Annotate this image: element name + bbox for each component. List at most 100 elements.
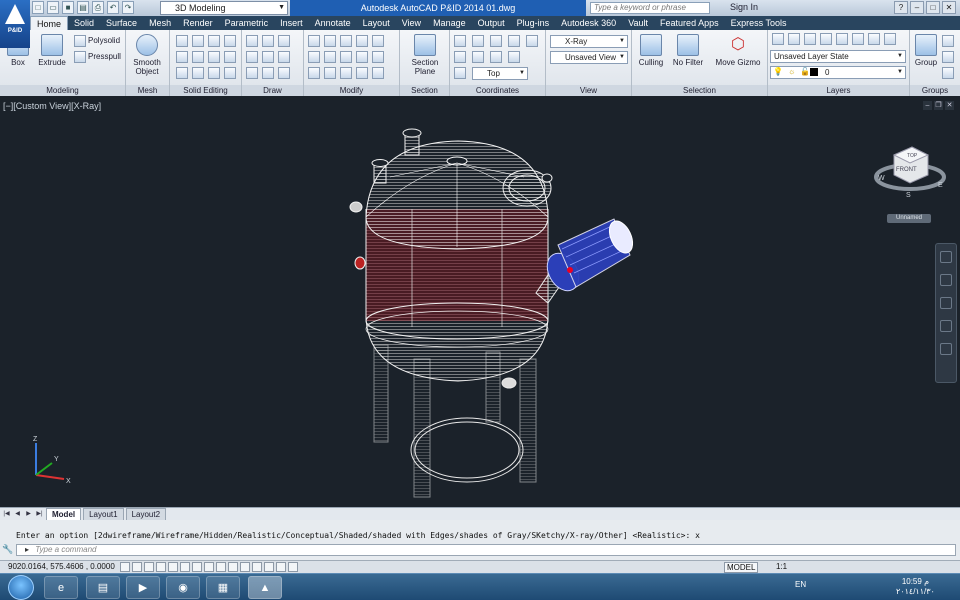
array-icon[interactable]	[372, 51, 384, 63]
layout-tab-layout1[interactable]: Layout1	[83, 508, 124, 520]
lineweight-icon[interactable]	[240, 562, 250, 572]
grid-display-icon[interactable]	[144, 562, 154, 572]
tab-output[interactable]: Output	[472, 16, 511, 30]
panel-title-layers[interactable]: Layers	[768, 85, 909, 96]
layer-state-dropdown[interactable]: Unsaved Layer State ▼	[770, 50, 906, 63]
pan-icon[interactable]	[940, 274, 952, 286]
polysolid-label[interactable]: Polysolid	[88, 36, 120, 45]
scale-icon[interactable]	[372, 35, 384, 47]
layer-previous-icon[interactable]	[868, 33, 880, 45]
align-icon[interactable]	[340, 67, 352, 79]
tab-express-tools[interactable]: Express Tools	[725, 16, 793, 30]
ucs-face-icon[interactable]	[490, 51, 502, 63]
visual-style-dropdown[interactable]: X-Ray ▼	[550, 35, 628, 48]
autocad-taskbar-icon[interactable]: ▲	[248, 576, 282, 599]
ucs-icon[interactable]	[454, 35, 466, 47]
last-layout-icon[interactable]: ▶|	[35, 510, 44, 519]
ucs-x-icon[interactable]	[490, 35, 502, 47]
spline-icon[interactable]	[262, 51, 274, 63]
polyline-icon[interactable]	[262, 35, 274, 47]
named-view-dropdown[interactable]: Unsaved View ▼	[550, 51, 628, 64]
line-icon[interactable]	[246, 35, 258, 47]
layout-tab-model[interactable]: Model	[46, 508, 82, 520]
separate-icon[interactable]	[224, 51, 236, 63]
mirror-icon[interactable]	[324, 51, 336, 63]
explode-icon[interactable]	[308, 35, 320, 47]
thicken-icon[interactable]	[192, 51, 204, 63]
presspull-icon[interactable]	[74, 51, 86, 63]
prev-layout-icon[interactable]: ◀	[13, 510, 22, 519]
ortho-mode-icon[interactable]	[156, 562, 166, 572]
extract-edges-icon[interactable]	[224, 35, 236, 47]
layout-tab-layout2[interactable]: Layout2	[125, 508, 167, 520]
dynamic-ucs-icon[interactable]	[216, 562, 226, 572]
internet-explorer-icon[interactable]: e	[44, 576, 78, 599]
first-layout-icon[interactable]: |◀	[2, 510, 11, 519]
infer-constraints-icon[interactable]	[120, 562, 130, 572]
tab-featured-apps[interactable]: Featured Apps	[654, 16, 725, 30]
application-menu-button[interactable]: P&ID	[0, 0, 30, 48]
firefox-icon[interactable]: ◉	[166, 576, 200, 599]
arc-icon[interactable]	[278, 35, 290, 47]
union-icon[interactable]	[176, 35, 188, 47]
workspace-dropdown[interactable]: 3D Modeling ▼	[160, 1, 288, 15]
media-player-icon[interactable]: ▶	[126, 576, 160, 599]
move-gizmo-button[interactable]: ⬡ Move Gizmo	[712, 34, 764, 67]
panel-title-solid-editing[interactable]: Solid Editing	[170, 85, 241, 96]
language-indicator[interactable]: EN	[795, 580, 806, 589]
file-explorer-icon[interactable]: ▤	[86, 576, 120, 599]
tab-layout[interactable]: Layout	[357, 16, 396, 30]
tab-home[interactable]: Home	[30, 16, 69, 30]
panel-title-view[interactable]: View	[546, 85, 631, 96]
ucs-origin-icon[interactable]	[454, 51, 466, 63]
maximize-icon[interactable]: □	[926, 1, 940, 14]
ucs-3point-icon[interactable]	[472, 51, 484, 63]
panel-title-groups[interactable]: Groups	[910, 85, 960, 96]
circle-icon[interactable]	[246, 51, 258, 63]
zoom-icon[interactable]	[940, 297, 952, 309]
close-icon[interactable]: ✕	[942, 1, 956, 14]
offset-edge-icon[interactable]	[176, 67, 188, 79]
group-edit-icon[interactable]	[942, 51, 954, 63]
viewcube[interactable]: TOP FRONT W E S	[870, 141, 950, 201]
tab-render[interactable]: Render	[177, 16, 219, 30]
erase-icon[interactable]	[308, 67, 320, 79]
3d-rotate-icon[interactable]	[356, 67, 368, 79]
orbit-icon[interactable]	[940, 320, 952, 332]
drawing-viewport[interactable]: [−][Custom View][X-Ray] – ❐ ✕ TOP FRONT …	[0, 97, 960, 507]
snap-mode-icon[interactable]	[132, 562, 142, 572]
polar-tracking-icon[interactable]	[168, 562, 178, 572]
object-snap-icon[interactable]	[180, 562, 190, 572]
new-icon[interactable]: □	[32, 1, 44, 14]
close-icon[interactable]: ✕	[945, 101, 954, 110]
print-icon[interactable]: ⎙	[92, 1, 104, 14]
dynamic-input-icon[interactable]	[228, 562, 238, 572]
view-name-badge[interactable]: Unnamed	[887, 214, 931, 223]
next-layout-icon[interactable]: ▶	[24, 510, 33, 519]
move-icon[interactable]	[340, 35, 352, 47]
layer-off-icon[interactable]	[788, 33, 800, 45]
tab-insert[interactable]: Insert	[274, 16, 309, 30]
shell-icon[interactable]	[224, 67, 236, 79]
trim-icon[interactable]	[340, 51, 352, 63]
undo-icon[interactable]: ↶	[107, 1, 119, 14]
section-plane-button[interactable]: Section Plane	[408, 34, 442, 76]
rotate-icon[interactable]	[308, 51, 320, 63]
tab-autodesk-360[interactable]: Autodesk 360	[555, 16, 622, 30]
search-input[interactable]: Type a keyword or phrase	[590, 2, 710, 14]
taper-faces-icon[interactable]	[208, 67, 220, 79]
layer-properties-icon[interactable]	[772, 33, 784, 45]
coordinates-readout[interactable]: 9020.0164, 575.4606 , 0.0000	[8, 562, 115, 571]
slice-icon[interactable]	[176, 51, 188, 63]
ucs-z-icon[interactable]	[526, 35, 538, 47]
selection-cycling-icon[interactable]	[276, 562, 286, 572]
redo-icon[interactable]: ↷	[122, 1, 134, 14]
ucs-world-icon[interactable]	[472, 35, 484, 47]
fillet-icon[interactable]	[356, 51, 368, 63]
panel-title-section[interactable]: Section	[400, 85, 449, 96]
layer-match-icon[interactable]	[852, 33, 864, 45]
hatch-icon[interactable]	[278, 67, 290, 79]
tab-view[interactable]: View	[396, 16, 427, 30]
panel-title-modify[interactable]: Modify	[304, 85, 399, 96]
no-filter-button[interactable]: No Filter	[670, 34, 706, 67]
